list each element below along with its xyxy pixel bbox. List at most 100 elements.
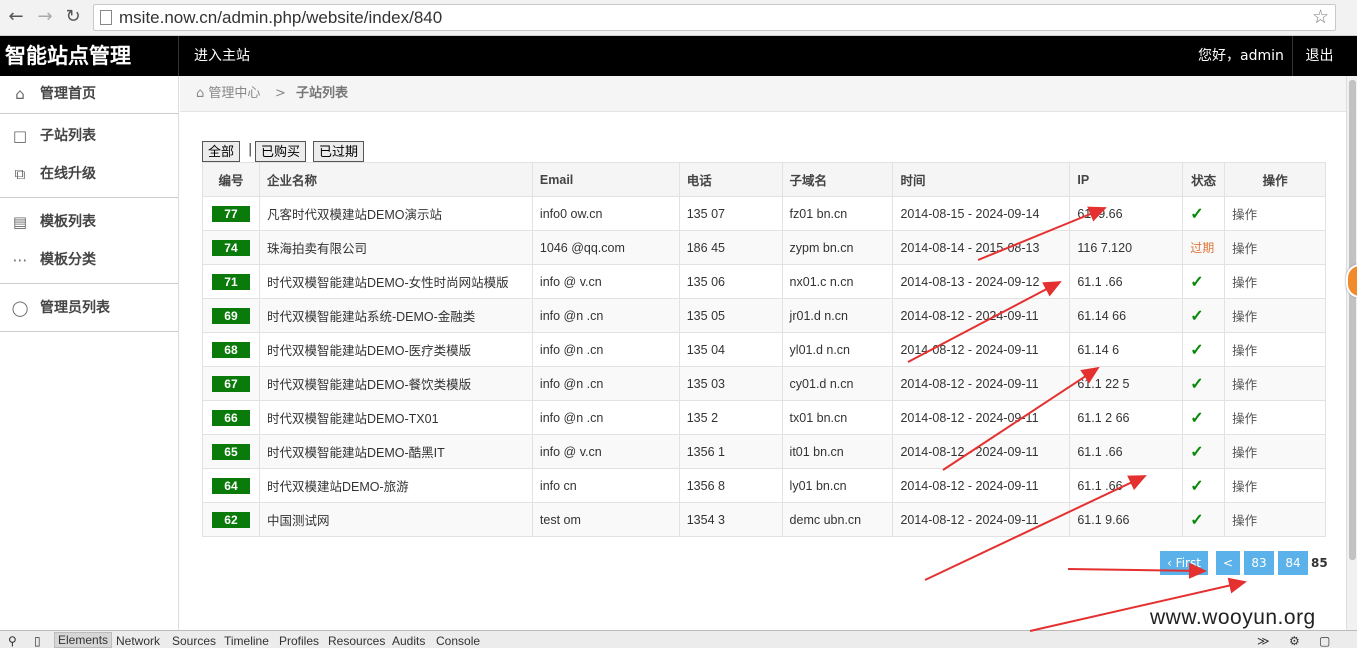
row-action-link[interactable]: 操作 (1224, 468, 1326, 503)
browser-toolbar: ← → ↻ msite.now.cn/admin.php/website/ind… (0, 0, 1357, 36)
devtools-bar: ⚲ ▯ Elements Network Sources Timeline Pr… (0, 630, 1357, 648)
row-company-name: 时代双模智能建站DEMO-餐饮类模版 (258, 366, 533, 401)
reload-icon[interactable]: ↻ (62, 6, 84, 28)
devtools-tab-profiles[interactable]: Profiles (279, 634, 319, 648)
devtools-tab-network[interactable]: Network (116, 634, 160, 648)
devtools-settings-gear-icon[interactable]: ⚙ (1289, 634, 1300, 648)
row-id-cell: 62 (202, 502, 260, 537)
row-subdomain: nx01.c n.cn (781, 264, 894, 299)
row-action-link[interactable]: 操作 (1224, 332, 1326, 367)
back-icon[interactable]: ← (5, 6, 27, 28)
sidebar-divider (0, 113, 178, 114)
row-action-link[interactable]: 操作 (1224, 298, 1326, 333)
table-row: 71 时代双模智能建站DEMO-女性时尚网站模版 info @ v.cn 135 06… (202, 264, 1326, 299)
devtools-console-icon[interactable]: ≫ (1257, 634, 1270, 648)
brand-title[interactable]: 智能站点管理 (0, 36, 179, 76)
logout-link[interactable]: 退出 (1292, 36, 1346, 76)
row-id-cell: 64 (202, 468, 260, 503)
pagination-page-83[interactable]: 83 (1244, 551, 1274, 575)
breadcrumb-home[interactable]: ⌂ 管理中心 (196, 76, 260, 112)
row-ip: 61.1 .66 (1069, 264, 1184, 299)
devtools-tab-console[interactable]: Console (436, 634, 480, 648)
forward-icon[interactable]: → (34, 6, 56, 28)
pagination-page-84[interactable]: 84 (1278, 551, 1308, 575)
row-action-link[interactable]: 操作 (1224, 196, 1326, 231)
row-time: 2014-08-15 - 2024-09-14 (892, 196, 1071, 231)
row-ip: 61.1 .66 (1069, 434, 1184, 469)
row-email: info @ v.cn (531, 264, 680, 299)
bookmark-star-icon[interactable]: ☆ (1312, 6, 1329, 28)
row-id-cell: 66 (202, 400, 260, 435)
row-id-cell: 77 (202, 196, 260, 231)
column-header-action: 操作 (1224, 162, 1326, 197)
page-scrollbar[interactable] (1346, 76, 1357, 630)
table-row: 65 时代双模智能建站DEMO-酷黑IT info @ v.cn 1356 1 it01… (202, 434, 1326, 469)
sidebar-item-label: 模板分类 (40, 252, 96, 268)
devtools-tab-elements[interactable]: Elements (54, 632, 113, 648)
row-status: ✓ (1182, 468, 1226, 503)
row-action-link[interactable]: 操作 (1224, 400, 1326, 435)
table-row: 77 凡客时代双模建站DEMO演示站 info0 ow.cn 135 07 fz01 b… (202, 196, 1326, 231)
row-company-name: 时代双模智能建站DEMO-医疗类模版 (258, 332, 533, 367)
devtools-dock-icon[interactable]: ▢ (1319, 634, 1330, 648)
row-action-link[interactable]: 操作 (1224, 230, 1326, 265)
checkmark-icon: ✓ (1190, 273, 1204, 291)
sidebar-item-sites[interactable]: □ 子站列表 (0, 118, 178, 154)
row-status: ✓ (1182, 196, 1226, 231)
filter-all-button[interactable]: 全部 (202, 141, 241, 162)
row-id-cell: 65 (202, 434, 260, 469)
enter-site-link[interactable]: 进入主站 (194, 36, 250, 76)
row-status: ✓ (1182, 332, 1226, 367)
sitemap-icon: ⋯ (12, 251, 28, 269)
address-bar[interactable]: msite.now.cn/admin.php/website/index/840… (93, 4, 1336, 31)
user-greeting: 您好，admin (1198, 48, 1284, 64)
row-action-link[interactable]: 操作 (1224, 502, 1326, 537)
devtools-tab-sources[interactable]: Sources (172, 634, 216, 648)
row-ip: 61.14 66 (1069, 298, 1184, 333)
row-time: 2014-08-12 - 2024-09-11 (892, 298, 1071, 333)
filter-separator: | (248, 142, 253, 157)
sidebar-item-template-categories[interactable]: ⋯ 模板分类 (0, 242, 178, 278)
pagination-first-button[interactable]: ‹ First (1160, 551, 1208, 575)
devtools-tab-timeline[interactable]: Timeline (224, 634, 269, 648)
breadcrumb: ⌂ 管理中心 > 子站列表 (180, 76, 1346, 112)
sidebar-item-label: 子站列表 (40, 128, 96, 144)
row-company-name: 时代双模智能建站DEMO-酷黑IT (258, 434, 533, 469)
sidebar-item-templates[interactable]: ▤ 模板列表 (0, 204, 178, 240)
sidebar-divider (0, 197, 178, 198)
sidebar-item-label: 模板列表 (40, 214, 96, 230)
row-company-name: 凡客时代双模建站DEMO演示站 (258, 196, 533, 231)
sidebar-item-admins[interactable]: ◯ 管理员列表 (0, 290, 178, 326)
sidebar-item-upgrade[interactable]: ⧉ 在线升级 (0, 156, 178, 192)
url-text[interactable]: msite.now.cn/admin.php/website/index/840 (119, 8, 442, 28)
row-action-link[interactable]: 操作 (1224, 434, 1326, 469)
scrollbar-thumb[interactable] (1349, 80, 1356, 560)
user-icon: ◯ (11, 299, 29, 317)
filter-expired-button[interactable]: 已过期 (313, 141, 365, 162)
row-action-link[interactable]: 操作 (1224, 264, 1326, 299)
page-icon (100, 10, 112, 25)
devtools-tab-resources[interactable]: Resources (328, 634, 385, 648)
devtools-search-icon[interactable]: ⚲ (8, 634, 17, 648)
row-ip: 61.1 9.66 (1069, 502, 1184, 537)
column-header-company: 企业名称 (258, 162, 533, 197)
sidebar-item-home[interactable]: ⌂ 管理首页 (0, 76, 178, 112)
row-id-cell: 68 (202, 332, 260, 367)
row-id-badge: 66 (211, 409, 250, 426)
top-header: 智能站点管理 进入主站 您好，admin 退出 (0, 36, 1357, 76)
checkmark-icon: ✓ (1190, 341, 1204, 359)
column-header-email: Email (531, 162, 680, 197)
filter-purchased-button[interactable]: 已购买 (255, 141, 307, 162)
row-action-link[interactable]: 操作 (1224, 366, 1326, 401)
pagination-prev-button[interactable]: < (1216, 551, 1240, 575)
row-time: 2014-08-12 - 2024-09-11 (892, 434, 1071, 469)
checkmark-icon: ✓ (1190, 511, 1204, 529)
row-subdomain: zypm bn.cn (781, 230, 894, 265)
row-time: 2014-08-12 - 2024-09-11 (892, 502, 1071, 537)
copy-icon: ⧉ (14, 165, 26, 183)
devtools-tab-audits[interactable]: Audits (392, 634, 425, 648)
row-subdomain: fz01 bn.cn (781, 196, 894, 231)
row-subdomain: tx01 bn.cn (781, 400, 894, 435)
sidebar: ⌂ 管理首页 □ 子站列表 ⧉ 在线升级 ▤ 模板列表 ⋯ 模板分类 ◯ 管理员… (0, 76, 179, 630)
devtools-device-icon[interactable]: ▯ (34, 634, 41, 648)
